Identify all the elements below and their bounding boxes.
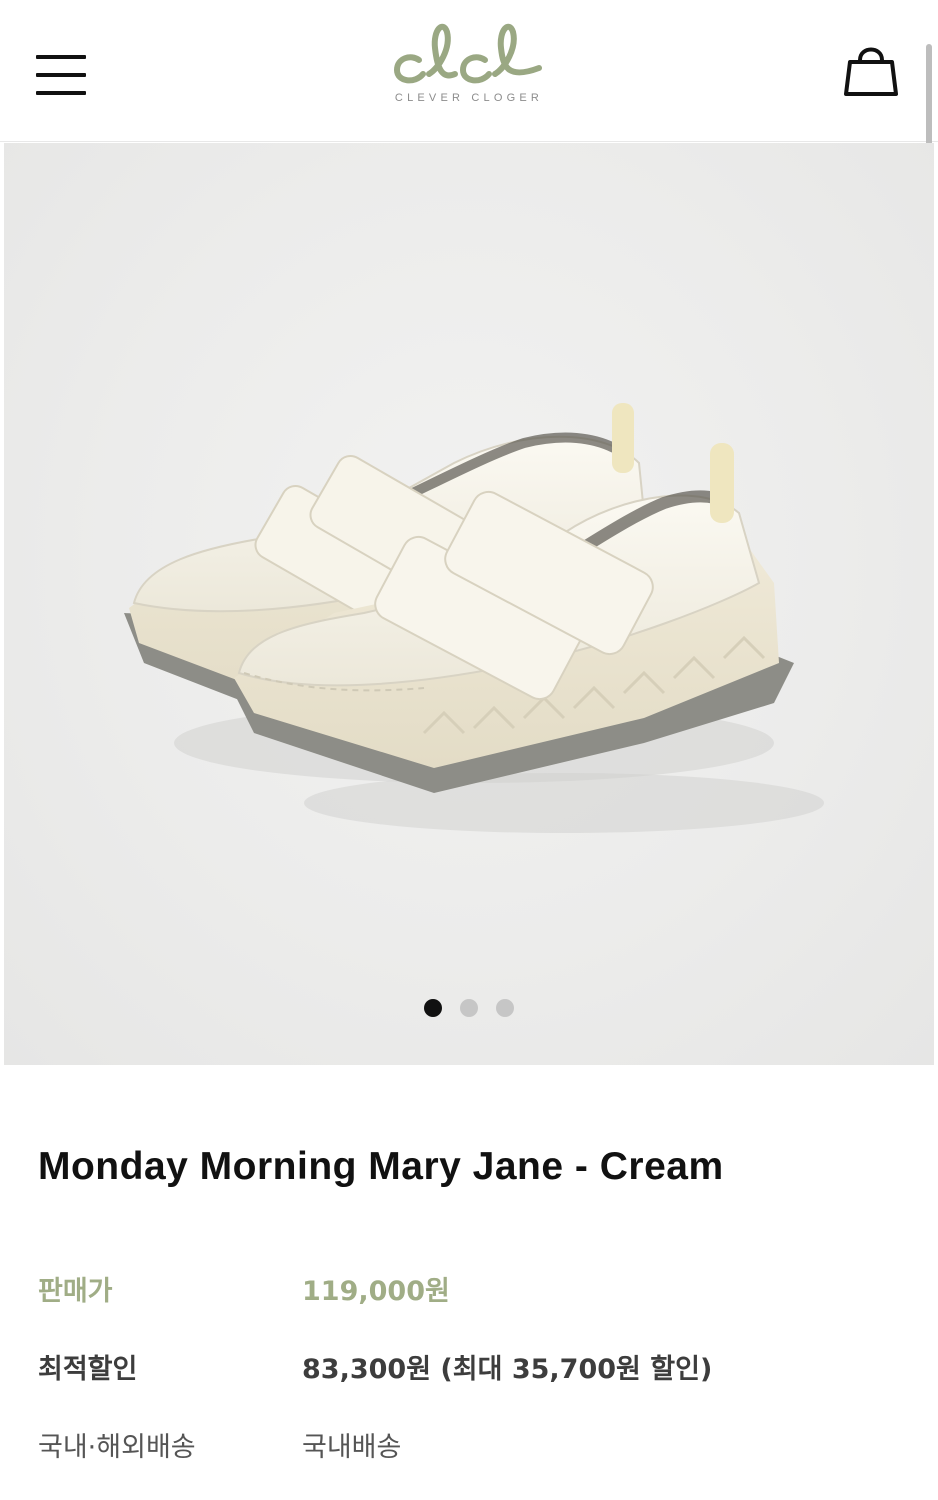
shipping-label: 국내·해외배송 [38,1432,196,1463]
carousel-dot-1[interactable] [424,999,442,1017]
shipping-row: 국내·해외배송 국내배송 [38,1425,898,1465]
price-value: 119,000원 [302,1276,450,1307]
price-row: 판매가 119,000원 [38,1269,898,1309]
shipping-value: 국내배송 [302,1432,402,1463]
discount-row: 최적할인 83,300원 (최대 35,700원 할인) [38,1347,898,1387]
product-image-gallery[interactable] [4,143,934,1065]
carousel-pagination [4,999,934,1021]
brand-logo[interactable]: CLEVER CLOGER [384,18,554,118]
product-photo [124,403,824,833]
carousel-dot-3[interactable] [496,999,514,1017]
site-header: CLEVER CLOGER [0,0,938,142]
product-title: Monday Morning Mary Jane - Cream [38,1145,724,1188]
logo-script-icon [394,23,542,84]
shopping-bag-icon[interactable] [842,40,900,98]
logo-wordmark: CLEVER CLOGER [394,92,544,104]
hamburger-menu-icon[interactable] [36,55,86,97]
product-info: Monday Morning Mary Jane - Cream 판매가 119… [0,1065,938,1500]
discount-label: 최적할인 [38,1354,138,1385]
discount-value: 83,300원 (최대 35,700원 할인) [302,1354,713,1385]
price-label: 판매가 [38,1276,113,1307]
carousel-dot-2[interactable] [460,999,478,1017]
